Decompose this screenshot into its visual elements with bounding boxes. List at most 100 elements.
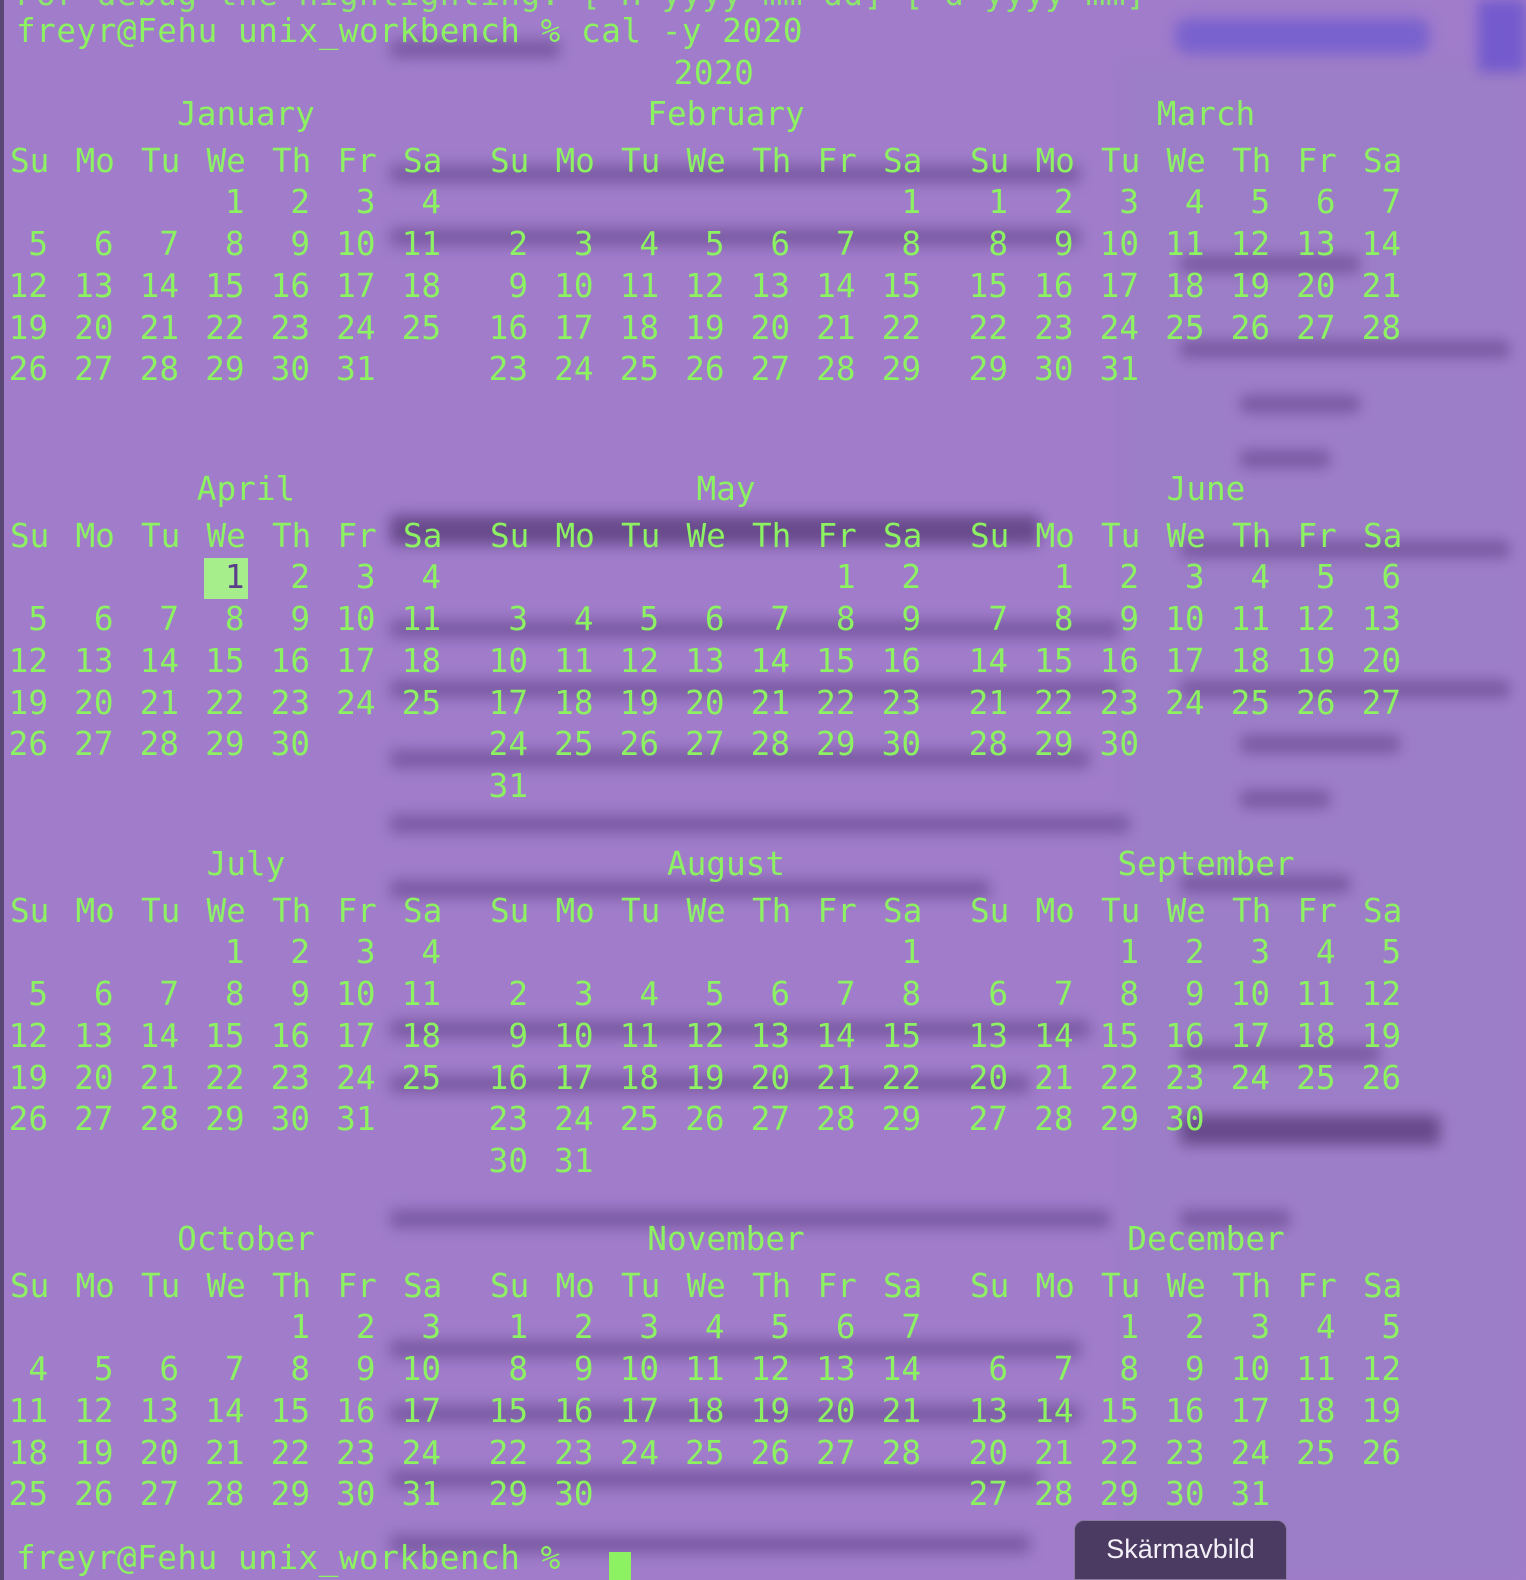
- day-cell: 22: [1099, 1058, 1139, 1097]
- day-cell: 2: [901, 558, 921, 597]
- day-cell: 2: [573, 1308, 594, 1347]
- day-cell: 10: [336, 600, 376, 639]
- day-cell: 15: [270, 1391, 310, 1430]
- week-row: 1: [496, 932, 956, 974]
- day-cell: 28: [816, 350, 856, 389]
- day-cell: 14: [816, 266, 856, 305]
- day-cell: 20: [816, 1391, 856, 1430]
- week-row: 6 7 8 9 10 11 12: [976, 974, 1436, 1016]
- week-row: 19 20 21 22 23 24 25: [9, 1058, 476, 1100]
- day-cell: 13: [816, 1350, 856, 1389]
- day-cell: 15: [488, 1391, 528, 1430]
- day-cell: 26: [750, 1433, 790, 1472]
- day-cell: 6: [770, 975, 790, 1014]
- day-cell: 9: [355, 1350, 376, 1389]
- day-cell: 20: [1361, 641, 1401, 680]
- weekday-header: Su: [490, 1266, 530, 1305]
- day-cell: 29: [205, 725, 245, 764]
- day-cell: 14: [881, 1350, 921, 1389]
- day-cell: 19: [8, 1058, 48, 1097]
- day-cell: 22: [968, 308, 1008, 347]
- day-cell: 16: [1165, 1391, 1205, 1430]
- week-row: 1 2 3 4 5: [976, 932, 1436, 974]
- day-cell: 10: [1230, 1350, 1270, 1389]
- day-cell: 29: [816, 725, 856, 764]
- day-cell: 27: [74, 725, 114, 764]
- week-row: 16 17 18 19 20 21 22: [489, 308, 956, 350]
- day-cell: 17: [1230, 1016, 1270, 1055]
- day-cell: 5: [93, 1350, 114, 1389]
- day-cell: 21: [1034, 1433, 1074, 1472]
- day-cell: 27: [74, 1100, 114, 1139]
- weekday-header: Th: [752, 1266, 792, 1305]
- day-cell: 6: [93, 975, 114, 1014]
- day-cell: 7: [1053, 1350, 1074, 1389]
- day-cell: 27: [685, 725, 725, 764]
- month-title: August: [666, 845, 786, 883]
- day-cell: 13: [74, 266, 114, 305]
- weekday-header: Fr: [1297, 1266, 1337, 1305]
- screenshot-thumbnail-label[interactable]: Skärmavbild: [1074, 1520, 1287, 1580]
- day-cell: 22: [270, 1433, 310, 1472]
- day-cell: 3: [1119, 183, 1139, 222]
- day-cell: 12: [74, 1391, 114, 1430]
- week-row: 19 20 21 22 23 24 25: [9, 683, 476, 725]
- day-cell: 8: [901, 975, 921, 1014]
- day-cell: 29: [968, 350, 1008, 389]
- day-cell: 12: [750, 1350, 790, 1389]
- day-cell: 31: [1099, 350, 1139, 389]
- day-cell: 9: [508, 266, 528, 305]
- day-cell: 27: [74, 350, 114, 389]
- day-cell: 12: [1230, 225, 1270, 264]
- day-cell: 2: [1119, 558, 1139, 597]
- day-cell: 21: [139, 683, 179, 722]
- day-cell: 17: [554, 1058, 594, 1097]
- weekday-header: Tu: [141, 141, 181, 180]
- day-cell: 1: [901, 933, 921, 972]
- day-cell: 7: [835, 225, 856, 264]
- day-cell: 2: [290, 183, 310, 222]
- day-cell: 1: [1119, 1308, 1139, 1347]
- day-cell: 4: [639, 225, 659, 264]
- day-cell: 16: [488, 1058, 528, 1097]
- day-cell: 29: [1099, 1475, 1139, 1514]
- day-cell: 27: [139, 1475, 179, 1514]
- week-row: 29 30 31: [969, 349, 1436, 391]
- day-cell: 12: [8, 266, 48, 305]
- day-cell: 12: [8, 1016, 48, 1055]
- day-cell: 28: [139, 350, 179, 389]
- day-cell: 10: [336, 225, 376, 264]
- day-cell: 24: [488, 725, 528, 764]
- day-cell: 15: [968, 266, 1008, 305]
- day-cell: 29: [881, 350, 921, 389]
- day-cell: 14: [1361, 225, 1401, 264]
- day-cell: 8: [1119, 1350, 1139, 1389]
- day-cell: 28: [1361, 308, 1401, 347]
- week-row: 7 8 9 10 11 12 13: [976, 599, 1436, 641]
- weekday-header: We: [206, 891, 246, 930]
- weekday-header: Th: [1232, 516, 1272, 555]
- weekday-header: Tu: [141, 1266, 181, 1305]
- week-row: 16 17 18 19 20 21 22: [489, 1058, 956, 1100]
- day-cell: 19: [750, 1391, 790, 1430]
- day-cell: 31: [336, 1100, 376, 1139]
- day-cell: 18: [401, 1016, 441, 1055]
- day-cell: 26: [1361, 1433, 1401, 1472]
- day-cell: 21: [881, 1391, 921, 1430]
- day-cell: 13: [750, 1016, 790, 1055]
- weekday-header: Fr: [337, 516, 377, 555]
- day-cell: 3: [1184, 558, 1205, 597]
- day-cell: 12: [685, 266, 725, 305]
- day-cell: 3: [355, 183, 376, 222]
- terminal-window[interactable]: For debug the highlighting: [-H yyyy-mm-…: [9, 0, 1516, 1580]
- day-cell: 29: [205, 350, 245, 389]
- weekday-header: Th: [272, 141, 312, 180]
- day-cell: 25: [1165, 308, 1205, 347]
- day-cell: 19: [1296, 641, 1336, 680]
- weekday-header: Fr: [337, 891, 377, 930]
- day-cell: 14: [816, 1016, 856, 1055]
- weekday-header-row: Su Mo Tu We Th Fr Sa: [10, 891, 476, 933]
- day-cell: 20: [750, 308, 790, 347]
- weekday-header-row: Su Mo Tu We Th Fr Sa: [490, 891, 956, 933]
- day-cell: 27: [750, 1100, 790, 1139]
